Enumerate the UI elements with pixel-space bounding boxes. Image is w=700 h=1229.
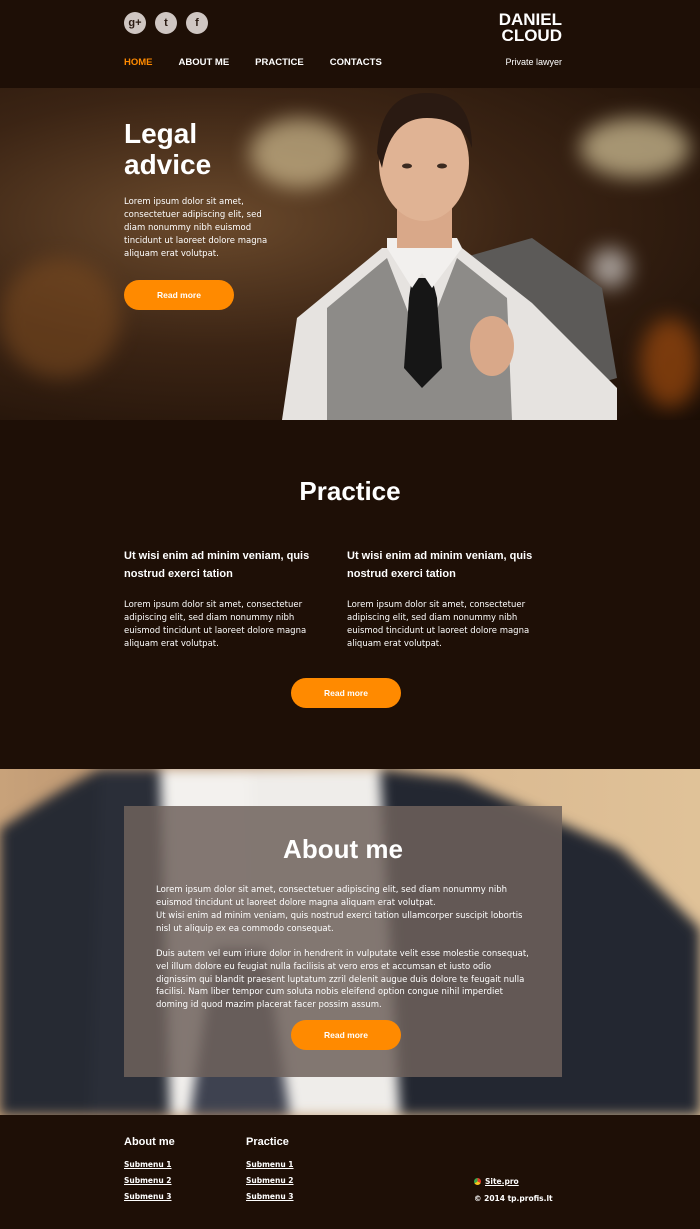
practice-read-more-button[interactable]: Read more: [291, 678, 401, 708]
hero-text: Lorem ipsum dolor sit amet, consectetuer…: [124, 197, 268, 259]
practice-heading: Ut wisi enim ad minim veniam, quis nostr…: [347, 550, 533, 580]
about-paragraph-2: Ut wisi enim ad minim veniam, quis nostr…: [156, 911, 523, 934]
site-header: g+ t f DANIEL CLOUD HOME ABOUT ME PRACTI…: [0, 0, 700, 88]
twitter-icon[interactable]: t: [155, 12, 177, 34]
hero-title-line-1: Legal: [124, 118, 198, 149]
footer-column-practice: Practice Submenu 1 Submenu 2 Submenu 3: [246, 1136, 294, 1208]
nav-practice[interactable]: PRACTICE: [255, 57, 304, 68]
hero-title: Legal advice: [124, 118, 211, 180]
footer-link[interactable]: Submenu 3: [124, 1192, 175, 1201]
about-paragraph-3: Duis autem vel eum iriure dolor in hendr…: [156, 949, 529, 1011]
about-paragraph-1: Lorem ipsum dolor sit amet, consectetuer…: [156, 885, 508, 908]
footer-heading: Practice: [246, 1136, 289, 1148]
about-title: About me: [283, 834, 403, 864]
facebook-icon[interactable]: f: [186, 12, 208, 34]
tagline: Private lawyer: [505, 57, 562, 67]
footer-column-about: About me Submenu 1 Submenu 2 Submenu 3: [124, 1136, 175, 1208]
hero-read-more-button[interactable]: Read more: [124, 280, 234, 310]
google-plus-icon[interactable]: g+: [124, 12, 146, 34]
footer-link[interactable]: Submenu 2: [124, 1176, 175, 1185]
bokeh-light: [640, 318, 700, 408]
practice-column-1: Ut wisi enim ad minim veniam, quis nostr…: [124, 547, 329, 651]
practice-text: Lorem ipsum dolor sit amet, consectetuer…: [124, 600, 307, 649]
hero-title-line-2: advice: [124, 149, 212, 180]
nav-contacts[interactable]: CONTACTS: [330, 57, 382, 68]
footer-link[interactable]: Submenu 1: [124, 1160, 175, 1169]
practice-text: Lorem ipsum dolor sit amet, consectetuer…: [347, 600, 530, 649]
nav-home[interactable]: HOME: [124, 57, 153, 68]
main-nav: HOME ABOUT ME PRACTICE CONTACTS: [124, 57, 382, 68]
social-links: g+ t f: [124, 12, 208, 34]
about-card: About me Lorem ipsum dolor sit amet, con…: [124, 806, 562, 1077]
footer-credits: Site.pro © 2014 tp.profis.lt: [474, 1177, 553, 1203]
lawyer-portrait: [282, 93, 617, 420]
site-logo[interactable]: DANIEL CLOUD: [499, 11, 562, 45]
hero-section: Legal advice Lorem ipsum dolor sit amet,…: [0, 88, 700, 420]
footer-link[interactable]: Submenu 2: [246, 1176, 294, 1185]
nav-about-me[interactable]: ABOUT ME: [179, 57, 230, 68]
practice-column-2: Ut wisi enim ad minim veniam, quis nostr…: [347, 547, 552, 651]
bokeh-light: [0, 258, 120, 378]
site-pro-link[interactable]: Site.pro: [485, 1177, 519, 1186]
site-footer: About me Submenu 1 Submenu 2 Submenu 3 P…: [0, 1115, 700, 1229]
footer-link[interactable]: Submenu 1: [246, 1160, 294, 1169]
practice-title: Practice: [299, 476, 401, 506]
footer-heading: About me: [124, 1136, 175, 1148]
site-pro-logo-icon: [474, 1178, 481, 1185]
footer-link[interactable]: Submenu 3: [246, 1192, 294, 1201]
about-read-more-button[interactable]: Read more: [291, 1020, 401, 1050]
practice-heading: Ut wisi enim ad minim veniam, quis nostr…: [124, 550, 310, 580]
copyright: © 2014 tp.profis.lt: [474, 1194, 553, 1203]
brand-line-2: CLOUD: [501, 26, 562, 45]
